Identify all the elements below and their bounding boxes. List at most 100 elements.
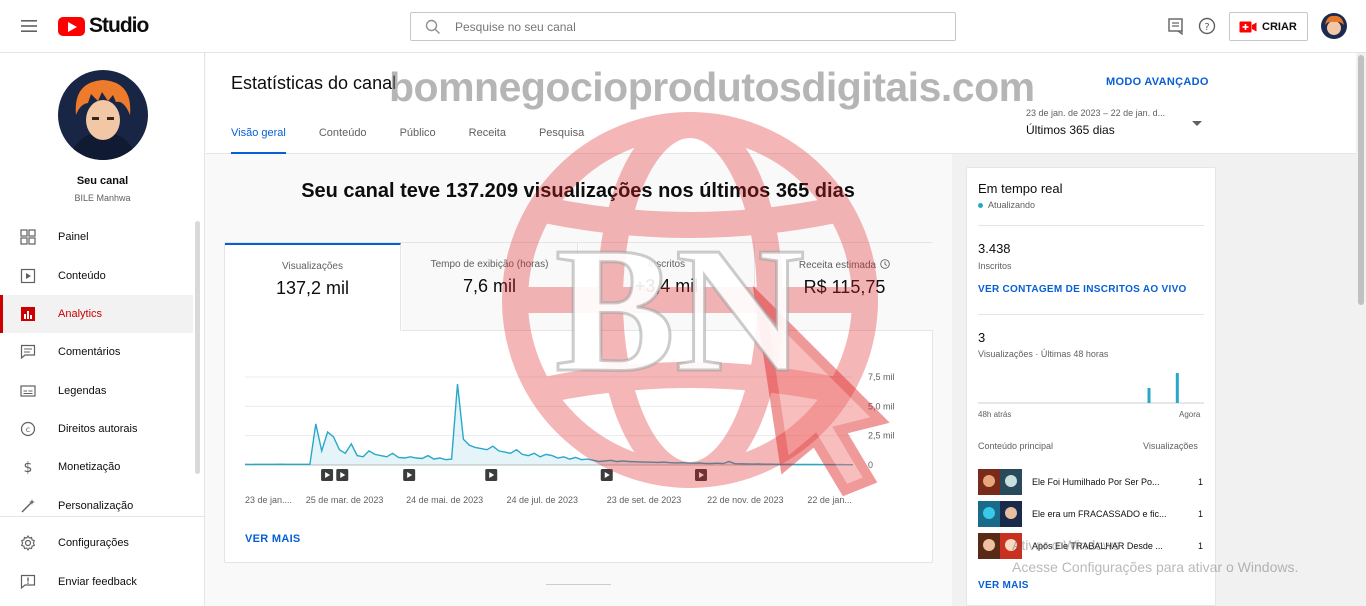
sidebar-item-comentarios[interactable]: Comentários [0, 333, 193, 371]
search-box[interactable] [410, 12, 956, 41]
messages-icon[interactable] [1166, 16, 1186, 36]
page-title: Estatísticas do canal [231, 73, 397, 93]
live-subscriber-count-link[interactable]: VER CONTAGEM DE INSCRITOS AO VIVO [978, 284, 1187, 295]
sidebar-item-configuracoes[interactable]: Configurações [0, 524, 193, 562]
advanced-mode-button[interactable]: MODO AVANÇADO [1106, 76, 1209, 88]
realtime-views-chart[interactable] [978, 368, 1204, 404]
top-bar: Studio ? CRIAR [0, 0, 1366, 53]
x-tick-label: 24 de jul. de 2023 [506, 495, 578, 505]
video-views: 1 [1198, 509, 1204, 519]
list-item[interactable]: Após Ele TRABALHAR Desde ... 1 [978, 533, 1204, 559]
sidebar-item-label: Analytics [58, 308, 103, 320]
y-tick-label: 7,5 mil [868, 372, 895, 382]
gear-icon [20, 535, 36, 551]
video-thumbnail [978, 469, 1022, 495]
metric-label-text: Receita estimada [798, 260, 877, 271]
x-tick-label: 22 de nov. de 2023 [707, 495, 783, 505]
help-icon[interactable]: ? [1197, 16, 1217, 36]
channel-name: BILE Manhwa [74, 193, 131, 203]
sidebar-item-painel[interactable]: Painel [0, 218, 193, 256]
metric-views[interactable]: Visualizações 137,2 mil [225, 243, 401, 331]
subscribers-label: Inscritos [978, 261, 1012, 271]
video-marker[interactable] [321, 469, 334, 481]
tabs: Visão geral Conteúdo Público Receita Pes… [231, 121, 617, 154]
sidebar-item-personalizacao[interactable]: Personalização [0, 487, 193, 525]
sidebar-scrollbar[interactable] [195, 221, 200, 474]
sidebar-item-monetizacao[interactable]: $ Monetização [0, 448, 193, 486]
metric-revenue[interactable]: Receita estimada R$ 115,75 [756, 243, 933, 331]
tab-receita[interactable]: Receita [469, 121, 506, 154]
page-scrollbar[interactable] [1356, 53, 1366, 606]
sidebar-item-label: Configurações [58, 537, 129, 549]
metric-value: R$ 115,75 [803, 277, 886, 297]
list-item[interactable]: Ele era um FRACASSADO e fic... 1 [978, 501, 1204, 527]
tab-pesquisa[interactable]: Pesquisa [539, 121, 584, 154]
sidebar: Seu canal BILE Manhwa Painel Conteúdo An… [0, 53, 205, 606]
video-marker[interactable] [336, 469, 349, 481]
mini-chart-bar[interactable] [1175, 373, 1179, 403]
see-more-button[interactable]: VER MAIS [245, 533, 301, 545]
overview-card: Visualizações 137,2 mil Tempo de exibiçã… [224, 242, 933, 563]
page-header: Estatísticas do canal MODO AVANÇADO Visã… [206, 53, 1356, 154]
sidebar-item-label: Comentários [58, 346, 121, 358]
x-tick-label: 25 de mar. de 2023 [306, 495, 384, 505]
channel-title: Seu canal [76, 175, 129, 187]
sidebar-item-legendas[interactable]: Legendas [0, 372, 193, 410]
search-input[interactable] [455, 19, 935, 34]
realtime-status: Atualizando [978, 200, 1035, 210]
sidebar-divider [0, 516, 204, 517]
divider [978, 314, 1204, 315]
video-marker[interactable] [600, 469, 613, 481]
video-marker[interactable] [403, 469, 416, 481]
video-camera-icon [1239, 21, 1257, 32]
tab-visao-geral[interactable]: Visão geral [231, 121, 286, 154]
metric-label: Receita estimada [756, 259, 933, 271]
sidebar-item-enviar-feedback[interactable]: Enviar feedback [0, 563, 193, 601]
sidebar-item-analytics[interactable]: Analytics [0, 295, 193, 333]
channel-avatar[interactable] [58, 70, 148, 160]
subtitles-icon [20, 385, 36, 397]
mini-chart-axis-start: 48h atrás [978, 410, 1012, 419]
views-column-header: Visualizações [1143, 441, 1198, 451]
metric-label: Visualizações [282, 261, 343, 272]
chevron-down-icon[interactable] [1192, 121, 1202, 126]
metric-subscribers[interactable]: Inscritos +3,4 mil [579, 243, 755, 331]
metric-value: +3,4 mil [634, 276, 699, 296]
tab-conteudo[interactable]: Conteúdo [319, 121, 367, 154]
metric-watch-time[interactable]: Tempo de exibição (horas) 7,6 mil [402, 243, 578, 331]
scrollbar-thumb[interactable] [1358, 55, 1364, 305]
tab-publico[interactable]: Público [400, 121, 436, 154]
youtube-play-icon [58, 16, 85, 36]
realtime-status-text: Atualizando [988, 200, 1036, 210]
sidebar-item-label: Monetização [58, 461, 121, 473]
mini-chart-axis-end: Agora [1179, 410, 1201, 419]
hamburger-menu-icon[interactable] [19, 16, 39, 36]
studio-logo[interactable]: Studio [58, 14, 149, 38]
date-range-picker[interactable]: 23 de jan. de 2023 – 22 de jan. d... Últ… [1026, 108, 1165, 137]
sidebar-item-label: Personalização [58, 500, 134, 512]
sidebar-item-direitos-autorais[interactable]: c Direitos autorais [0, 410, 193, 448]
wand-icon [21, 499, 35, 513]
x-tick-label: 23 de set. de 2023 [607, 495, 682, 505]
metric-value: 7,6 mil [462, 276, 516, 296]
metric-value: 137,2 mil [275, 278, 350, 298]
video-views: 1 [1198, 477, 1204, 487]
x-tick-label: 23 de jan.... [245, 495, 292, 505]
account-avatar[interactable] [1321, 13, 1347, 39]
video-marker[interactable] [695, 469, 707, 481]
create-button[interactable]: CRIAR [1229, 12, 1308, 41]
mini-chart-bar[interactable] [1147, 388, 1151, 403]
svg-text:c: c [26, 425, 30, 434]
list-item[interactable]: Ele Foi Humilhado Por Ser Po... 1 [978, 469, 1204, 495]
video-marker[interactable] [485, 469, 498, 481]
info-icon[interactable] [880, 259, 890, 269]
y-tick-label: 2,5 mil [868, 431, 895, 441]
search-icon [425, 19, 440, 34]
metric-label: Tempo de exibição (horas) [430, 259, 549, 270]
series-area [245, 384, 853, 465]
content-icon [20, 268, 36, 284]
views-chart[interactable]: 0 2,5 mil 5,0 mil 7,5 mil 23 de jan.... 25 de… [225, 353, 934, 513]
sidebar-item-conteudo[interactable]: Conteúdo [0, 257, 193, 295]
see-more-button[interactable]: VER MAIS [978, 580, 1029, 591]
sidebar-item-label: Legendas [58, 385, 107, 397]
